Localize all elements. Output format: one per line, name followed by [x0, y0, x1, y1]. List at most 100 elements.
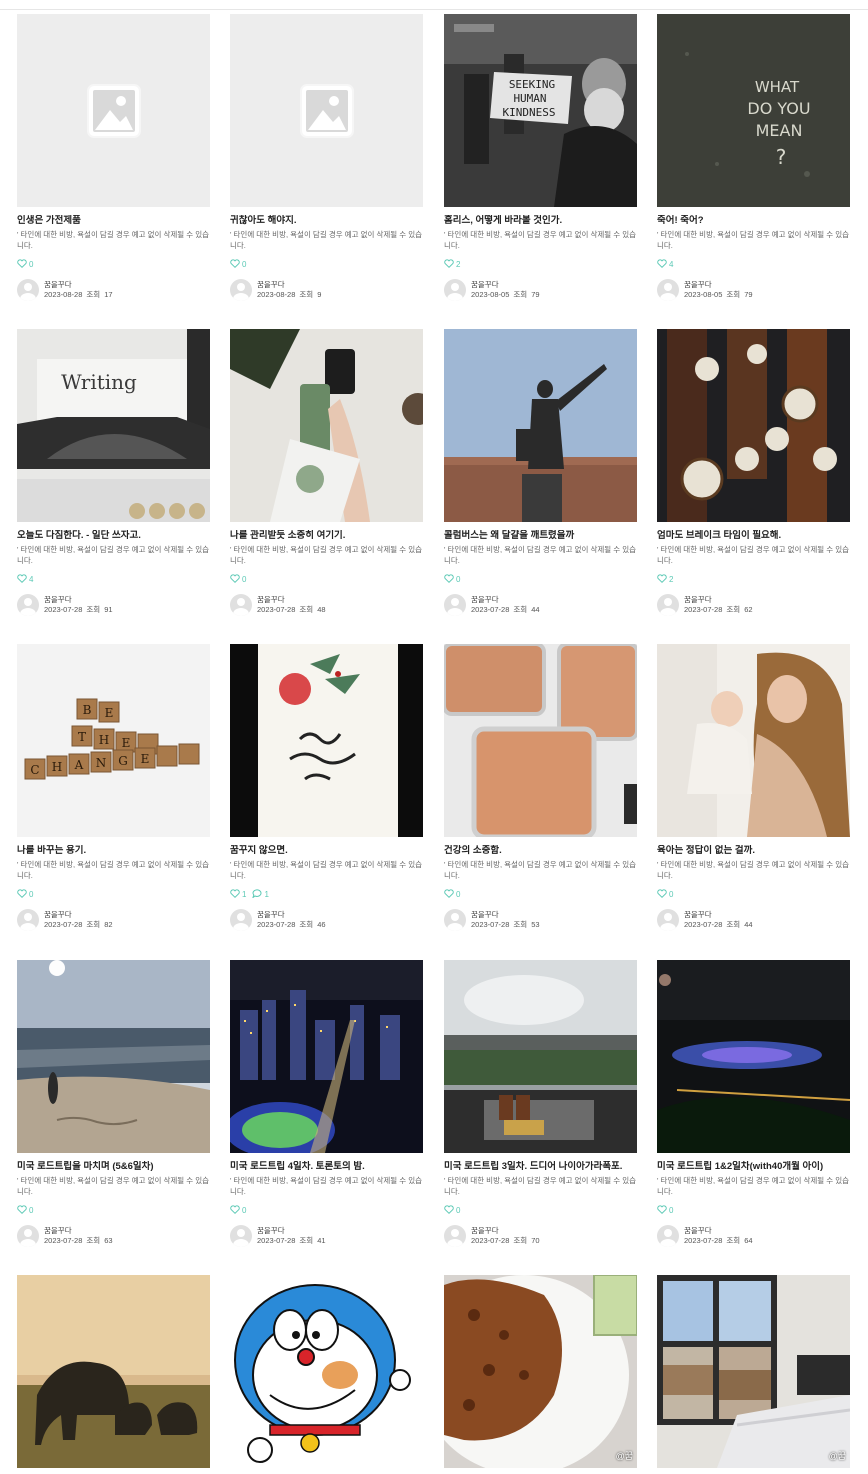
post-card[interactable] — [17, 1275, 210, 1468]
avatar[interactable] — [657, 594, 679, 616]
post-card[interactable]: 콜럼버스는 왜 달걀을 깨트렸을까 ' 타인에 대한 비방, 욕설이 담길 경우… — [444, 329, 637, 616]
like-counter[interactable]: 0 — [230, 573, 246, 585]
like-counter[interactable]: 0 — [17, 258, 33, 270]
post-title[interactable]: 육아는 정답이 없는 걸까. — [657, 845, 850, 857]
post-title[interactable]: 미국 로드트립 4일차. 토론토의 밤. — [230, 1161, 423, 1173]
author-name: 꿈을꾸다 — [257, 595, 285, 604]
post-title[interactable]: 건강의 소중함. — [444, 845, 637, 857]
svg-text:E: E — [141, 752, 150, 766]
avatar[interactable] — [230, 279, 252, 301]
avatar[interactable] — [444, 279, 466, 301]
post-title[interactable]: 인생은 가전제품 — [17, 215, 210, 227]
like-counter[interactable]: 0 — [17, 1204, 33, 1216]
avatar[interactable] — [17, 594, 39, 616]
avatar[interactable] — [657, 909, 679, 931]
post-thumbnail[interactable] — [657, 960, 850, 1153]
post-thumbnail[interactable]: @꿈 — [657, 1275, 850, 1468]
post-thumbnail[interactable]: @꿈 — [444, 1275, 637, 1468]
like-counter[interactable]: 4 — [657, 258, 673, 270]
post-card[interactable]: 귀찮아도 해야지. ' 타인에 대한 비방, 욕설이 담길 경우 예고 없이 삭… — [230, 14, 423, 301]
post-card[interactable]: 미국 로드트립 4일차. 토론토의 밤. ' 타인에 대한 비방, 욕설이 담길… — [230, 960, 423, 1247]
post-card[interactable]: Writing 오늘도 다짐한다. - 일단 쓰자고. ' 타인에 대한 비방,… — [17, 329, 210, 616]
avatar[interactable] — [444, 1225, 466, 1247]
avatar[interactable] — [230, 594, 252, 616]
post-thumbnail[interactable] — [230, 1275, 423, 1468]
like-counter[interactable]: 4 — [17, 573, 33, 585]
post-thumbnail[interactable] — [444, 960, 637, 1153]
post-title[interactable]: 미국 로드트립을 마치며 (5&6일차) — [17, 1161, 210, 1173]
post-thumbnail[interactable] — [444, 644, 637, 837]
post-thumbnail[interactable]: BE THE CHANGE — [17, 644, 210, 837]
post-title[interactable]: 나를 관리받듯 소중히 여기기. — [230, 530, 423, 542]
avatar[interactable] — [17, 909, 39, 931]
post-card[interactable]: 미국 로드트립 1&2일차(with40개월 아이) ' 타인에 대한 비방, … — [657, 960, 850, 1247]
avatar[interactable] — [657, 279, 679, 301]
post-thumbnail[interactable] — [230, 14, 423, 207]
avatar[interactable] — [657, 1225, 679, 1247]
post-card[interactable]: SEEKING HUMAN KINDNESS 홈리스, 어떻게 바라볼 것인가.… — [444, 14, 637, 301]
post-thumbnail[interactable] — [657, 329, 850, 522]
view-label: 조회 — [86, 290, 101, 299]
post-title[interactable]: 죽어! 죽어? — [657, 215, 850, 227]
svg-text:WHAT: WHAT — [755, 78, 800, 96]
post-title[interactable]: 엄마도 브레이크 타임이 필요해. — [657, 530, 850, 542]
post-card[interactable]: 육아는 정답이 없는 걸까. ' 타인에 대한 비방, 욕설이 담길 경우 예고… — [657, 644, 850, 931]
post-card[interactable]: @꿈 — [444, 1275, 637, 1468]
post-thumbnail[interactable] — [17, 14, 210, 207]
post-thumbnail[interactable] — [17, 960, 210, 1153]
avatar[interactable] — [17, 1225, 39, 1247]
post-card[interactable]: 인생은 가전제품 ' 타인에 대한 비방, 욕설이 담길 경우 예고 없이 삭제… — [17, 14, 210, 301]
like-counter[interactable]: 1 — [230, 888, 246, 900]
post-title[interactable]: 미국 로드트립 3일차. 드디어 나이아가라폭포. — [444, 1161, 637, 1173]
post-card[interactable]: 꿈꾸지 않으면. ' 타인에 대한 비방, 욕설이 담길 경우 예고 없이 삭제… — [230, 644, 423, 931]
like-counter[interactable]: 0 — [657, 1204, 673, 1216]
post-thumbnail[interactable] — [230, 329, 423, 522]
post-title[interactable]: 오늘도 다짐한다. - 일단 쓰자고. — [17, 530, 210, 542]
post-title[interactable]: 꿈꾸지 않으면. — [230, 845, 423, 857]
post-card[interactable]: 건강의 소중함. ' 타인에 대한 비방, 욕설이 담길 경우 예고 없이 삭제… — [444, 644, 637, 931]
post-card[interactable]: 미국 로드트립 3일차. 드디어 나이아가라폭포. ' 타인에 대한 비방, 욕… — [444, 960, 637, 1247]
comment-counter[interactable]: 1 — [252, 888, 269, 900]
like-counter[interactable]: 2 — [657, 573, 673, 585]
view-label: 조회 — [726, 605, 741, 614]
comment-notice: ' 타인에 대한 비방, 욕설이 담길 경우 예고 없이 삭제될 수 있습니다. — [657, 230, 850, 250]
post-card[interactable] — [230, 1275, 423, 1468]
post-title[interactable]: 미국 로드트립 1&2일차(with40개월 아이) — [657, 1161, 850, 1173]
like-counter[interactable]: 0 — [444, 573, 460, 585]
like-counter[interactable]: 0 — [444, 888, 460, 900]
avatar[interactable] — [230, 909, 252, 931]
post-card[interactable]: @꿈 — [657, 1275, 850, 1468]
avatar[interactable] — [444, 594, 466, 616]
post-card[interactable]: 미국 로드트립을 마치며 (5&6일차) ' 타인에 대한 비방, 욕설이 담길… — [17, 960, 210, 1247]
view-label: 조회 — [299, 605, 314, 614]
post-thumbnail[interactable] — [444, 329, 637, 522]
post-card[interactable]: 나를 관리받듯 소중히 여기기. ' 타인에 대한 비방, 욕설이 담길 경우 … — [230, 329, 423, 616]
like-counter[interactable]: 0 — [657, 888, 673, 900]
post-card[interactable]: BE THE CHANGE 나를 바꾸는 용기. ' 타인에 대한 비방, 욕설… — [17, 644, 210, 931]
view-count: 9 — [317, 290, 322, 299]
avatar[interactable] — [230, 1225, 252, 1247]
post-thumbnail[interactable]: Writing — [17, 329, 210, 522]
post-thumbnail[interactable] — [657, 644, 850, 837]
post-title[interactable]: 홈리스, 어떻게 바라볼 것인가. — [444, 215, 637, 227]
like-counter[interactable]: 0 — [230, 1204, 246, 1216]
view-label: 조회 — [86, 605, 101, 614]
post-thumbnail[interactable]: SEEKING HUMAN KINDNESS — [444, 14, 637, 207]
post-card[interactable]: WHAT DO YOU MEAN ? 죽어! 죽어? ' 타인에 대한 비방, … — [657, 14, 850, 301]
like-counter[interactable]: 0 — [444, 1204, 460, 1216]
avatar[interactable] — [17, 279, 39, 301]
view-label: 조회 — [299, 290, 314, 299]
post-thumbnail[interactable] — [230, 644, 423, 837]
post-title[interactable]: 콜럼버스는 왜 달걀을 깨트렸을까 — [444, 530, 637, 542]
post-thumbnail[interactable]: WHAT DO YOU MEAN ? — [657, 14, 850, 207]
post-thumbnail[interactable] — [17, 1275, 210, 1468]
like-counter[interactable]: 2 — [444, 258, 460, 270]
comment-notice: ' 타인에 대한 비방, 욕설이 담길 경우 예고 없이 삭제될 수 있습니다. — [444, 1176, 637, 1196]
post-title[interactable]: 나를 바꾸는 용기. — [17, 845, 210, 857]
avatar[interactable] — [444, 909, 466, 931]
post-title[interactable]: 귀찮아도 해야지. — [230, 215, 423, 227]
post-card[interactable]: 엄마도 브레이크 타임이 필요해. ' 타인에 대한 비방, 욕설이 담길 경우… — [657, 329, 850, 616]
post-thumbnail[interactable] — [230, 960, 423, 1153]
like-counter[interactable]: 0 — [230, 258, 246, 270]
like-counter[interactable]: 0 — [17, 888, 33, 900]
